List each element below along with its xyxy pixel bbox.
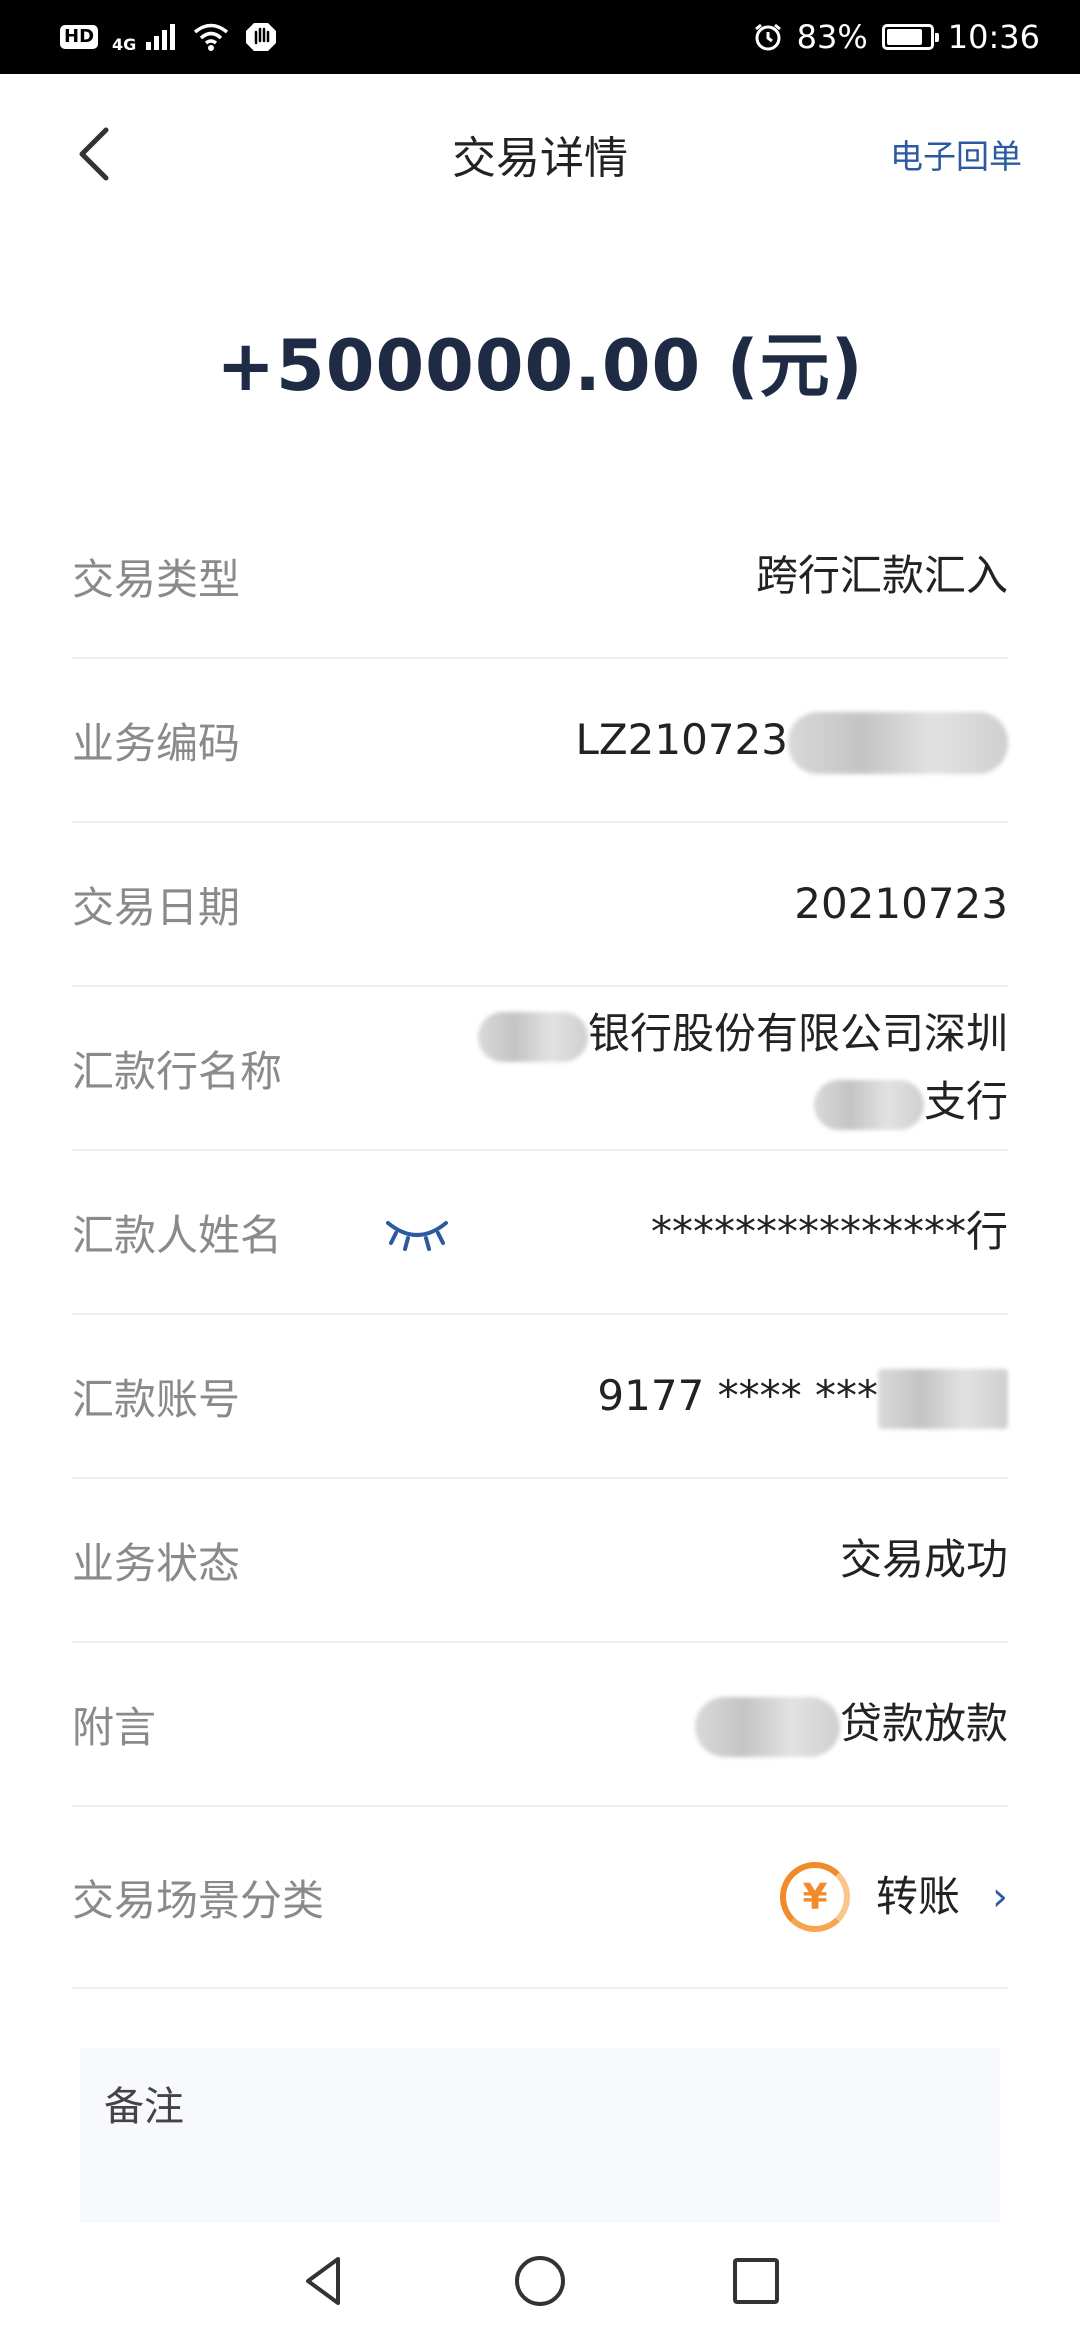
square-recents-icon <box>733 2258 779 2304</box>
redacted-blur <box>788 711 1008 774</box>
redacted-blur <box>813 1079 924 1130</box>
network-type: 4G <box>112 34 137 54</box>
clock: 10:36 <box>947 18 1040 56</box>
nav-home-button[interactable] <box>512 2253 568 2313</box>
detail-list: 交易类型 跨行汇款汇入 业务编码 LZ210723 交易日期 20210723 … <box>72 495 1008 1989</box>
scene-value[interactable]: ¥ 转账 › <box>779 1862 1008 1932</box>
row-value-wrap: 贷款放款 <box>694 1690 1008 1758</box>
row-value-wrap: LZ210723 <box>575 706 1008 774</box>
chevron-right-icon: › <box>992 1874 1008 1920</box>
row-business-code: 业务编码 LZ210723 <box>72 659 1008 823</box>
system-nav-bar <box>0 2226 1080 2340</box>
bank-name-line1: 银行股份有限公司深圳 <box>587 1009 1008 1058</box>
wifi-icon <box>192 22 230 52</box>
status-bar-right: 83% 10:36 <box>753 18 1040 56</box>
status-bar-left: HD 4G <box>60 21 278 54</box>
value-line-1: 银行股份有限公司深圳 <box>477 1009 1008 1062</box>
row-label: 附言 <box>72 1702 157 1752</box>
circle-home-icon <box>515 2256 565 2306</box>
row-label: 交易场景分类 <box>72 1875 325 1925</box>
value-line-2: 支行 <box>813 1077 1008 1130</box>
transfer-yuan-icon: ¥ <box>779 1862 850 1932</box>
row-label: 业务编码 <box>72 718 241 768</box>
bank-name-line2: 支行 <box>923 1077 1008 1126</box>
signal-icon <box>144 22 178 52</box>
alarm-icon <box>753 22 783 52</box>
row-value-wrap: 9177 **** *** <box>597 1362 1008 1430</box>
remark-input[interactable]: 备注 <box>80 2048 1000 2223</box>
transaction-amount: +500000.00 (元) <box>216 325 864 407</box>
row-label: 汇款账号 <box>72 1374 241 1424</box>
row-label: 交易日期 <box>72 882 241 932</box>
row-transaction-type: 交易类型 跨行汇款汇入 <box>72 495 1008 659</box>
nav-recents-button[interactable] <box>728 2253 784 2313</box>
row-value: 20210723 <box>794 879 1008 928</box>
row-label: 汇款行名称 <box>72 1046 283 1096</box>
nav-back-button[interactable] <box>296 2253 352 2313</box>
scene-value-text: 转账 <box>875 1872 960 1921</box>
row-label: 汇款人姓名 <box>72 1210 283 1260</box>
battery-fill <box>886 29 922 45</box>
redacted-blur <box>477 1011 588 1062</box>
row-label: 业务状态 <box>72 1538 241 1588</box>
hd-badge: HD <box>60 25 99 49</box>
battery-percent: 83% <box>796 18 868 56</box>
row-remitting-bank: 汇款行名称 银行股份有限公司深圳 支行 <box>72 987 1008 1151</box>
e-receipt-link[interactable]: 电子回单 <box>890 130 1022 178</box>
account-value: 9177 **** *** <box>597 1371 878 1420</box>
row-value: 交易成功 <box>839 1535 1008 1584</box>
row-value: ***************行 <box>650 1207 1008 1256</box>
nav-bar: 交易详情 电子回单 <box>0 74 1080 224</box>
remark-label: 备注 <box>104 2084 184 2130</box>
hand-shield-icon <box>244 21 278 53</box>
business-code-value: LZ210723 <box>575 715 788 764</box>
row-business-status: 业务状态 交易成功 <box>72 1479 1008 1643</box>
back-button[interactable] <box>70 124 120 184</box>
row-transaction-date: 交易日期 20210723 <box>72 823 1008 987</box>
redacted-blur <box>694 1696 840 1757</box>
postscript-value: 贷款放款 <box>839 1699 1008 1748</box>
row-label: 交易类型 <box>72 554 241 604</box>
back-chevron-icon <box>79 127 109 181</box>
status-bar: HD 4G 83% 10:36 <box>0 0 1080 74</box>
redacted-blur <box>878 1368 1008 1429</box>
row-postscript: 附言 贷款放款 <box>72 1643 1008 1807</box>
row-scene-category[interactable]: 交易场景分类 ¥ 转账 › <box>72 1807 1008 1989</box>
row-value-wrap: 银行股份有限公司深圳 支行 <box>477 1000 1008 1136</box>
row-remitter-name: 汇款人姓名 ***************行 <box>72 1151 1008 1315</box>
eye-closed-icon[interactable] <box>382 1213 452 1253</box>
battery-icon <box>881 24 939 50</box>
triangle-back-icon <box>306 2257 340 2305</box>
row-remitter-account: 汇款账号 9177 **** *** <box>72 1315 1008 1479</box>
row-value: 跨行汇款汇入 <box>755 551 1008 600</box>
